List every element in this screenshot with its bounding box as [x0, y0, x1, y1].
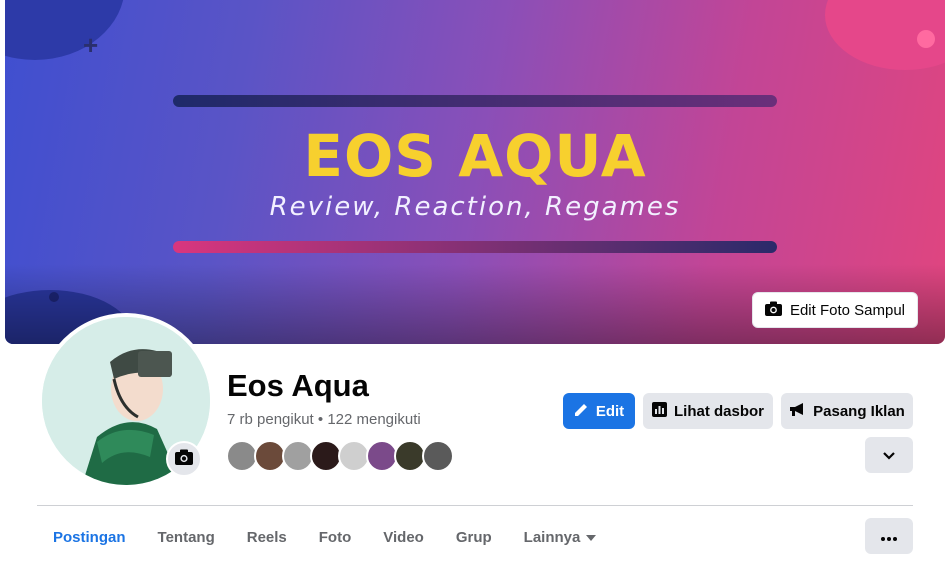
tab-label: Foto: [318, 528, 352, 546]
profile-page: + EOS AQUA Review, Reaction, Regames Edi…: [0, 0, 950, 561]
camera-icon: [175, 449, 193, 470]
cover-decor-bar: [173, 241, 777, 253]
tab-grup[interactable]: Grup: [440, 520, 508, 554]
tab-reels[interactable]: Reels: [231, 520, 303, 554]
camera-icon: [764, 301, 782, 320]
cover-decor-blob: [5, 0, 125, 60]
chart-icon: [651, 401, 667, 421]
update-avatar-button[interactable]: [166, 441, 202, 477]
tab-lainnya[interactable]: Lainnya: [508, 520, 613, 554]
ads-label: Pasang Iklan: [813, 402, 905, 420]
edit-label: Edit: [595, 402, 625, 420]
tab-label: Grup: [455, 528, 492, 546]
tab-more-button[interactable]: [865, 518, 913, 554]
profile-tabs: Postingan Tentang Reels Foto Video Grup …: [37, 520, 612, 554]
tab-label: Reels: [246, 528, 287, 546]
divider: [37, 505, 913, 506]
advertise-button[interactable]: Pasang Iklan: [781, 393, 913, 429]
chevron-down-icon: [883, 447, 895, 464]
edit-cover-label: Edit Foto Sampul: [789, 301, 905, 319]
more-options-button[interactable]: [865, 437, 913, 473]
ellipsis-icon: [881, 528, 897, 545]
view-dashboard-button[interactable]: Lihat dasbor: [643, 393, 773, 429]
caret-down-icon: [586, 529, 597, 546]
tab-label: Video: [383, 528, 424, 546]
tab-foto[interactable]: Foto: [303, 520, 367, 554]
tab-label: Lainnya: [523, 528, 581, 546]
follower-stats[interactable]: 7 rb pengikut • 122 mengikuti: [227, 411, 421, 428]
tab-label: Tentang: [157, 528, 215, 546]
tab-video[interactable]: Video: [367, 520, 440, 554]
friend-avatar[interactable]: [422, 440, 454, 472]
profile-name: Eos Aqua: [227, 368, 369, 403]
edit-cover-button[interactable]: Edit Foto Sampul: [751, 292, 918, 328]
dashboard-label: Lihat dasbor: [673, 402, 764, 420]
megaphone-icon: [789, 402, 806, 421]
tab-label: Postingan: [53, 528, 126, 546]
tab-postingan[interactable]: Postingan: [37, 520, 142, 554]
edit-profile-button[interactable]: Edit: [563, 393, 635, 429]
cover-title: EOS AQUA: [303, 122, 647, 190]
tab-tentang[interactable]: Tentang: [142, 520, 231, 554]
cover-subtitle: Review, Reaction, Regames: [269, 192, 681, 222]
friend-avatars: [226, 440, 454, 472]
plus-decor-icon: +: [83, 30, 99, 60]
pencil-icon: [574, 402, 589, 421]
cover-decor-bar: [173, 95, 777, 107]
cover-decor-dot: [917, 30, 935, 48]
